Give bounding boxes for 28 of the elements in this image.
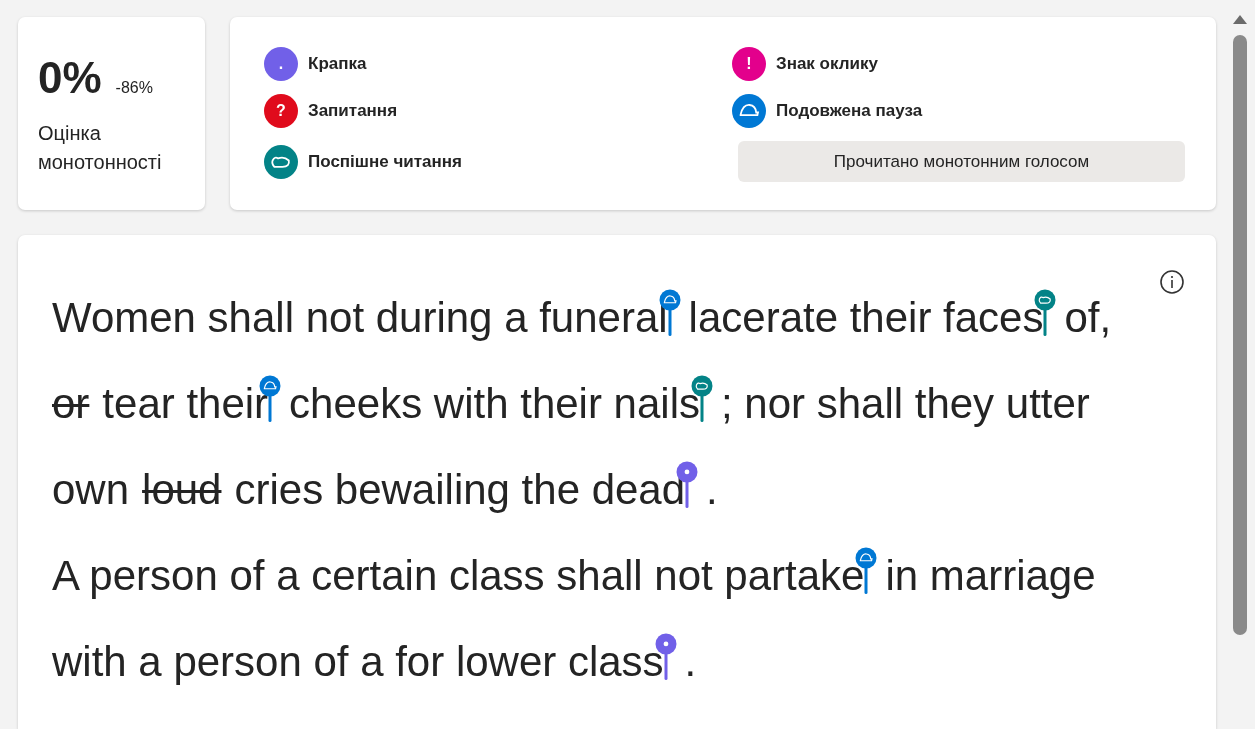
passage-text: in marriage bbox=[885, 551, 1096, 601]
score-change: -86% bbox=[115, 79, 153, 97]
info-icon[interactable] bbox=[1159, 269, 1185, 295]
score-value: 0% bbox=[38, 53, 102, 103]
passage-text: A person of a certain class shall not partake bbox=[52, 551, 865, 601]
passage-text: Women shall not during a funeral bbox=[52, 293, 668, 343]
struck-word: or bbox=[52, 379, 90, 429]
question-icon: ? bbox=[264, 94, 298, 128]
passage-text: tear their bbox=[102, 379, 269, 429]
passage-text: lacerate their faces bbox=[688, 293, 1044, 343]
score-label: Оцінка монотонності bbox=[38, 121, 163, 175]
passage-text: . bbox=[706, 465, 718, 515]
legend-label: Поспішне читання bbox=[308, 151, 462, 172]
struck-word: loud bbox=[142, 465, 222, 515]
passage-text: of, bbox=[1064, 293, 1112, 343]
legend-label: Крапка bbox=[308, 54, 367, 74]
exclamation-icon: ! bbox=[732, 47, 766, 81]
passage-text: ; nor shall they utter bbox=[720, 379, 1090, 429]
legend-label: Подовжена пауза bbox=[776, 101, 923, 121]
passage-text: . bbox=[684, 637, 697, 687]
passage-text: with a person of a for lower class bbox=[52, 637, 664, 687]
legend-label: Запитання bbox=[308, 101, 398, 121]
passage-text: own bbox=[52, 465, 130, 515]
period-icon: . bbox=[264, 47, 298, 81]
monotone-button[interactable]: Прочитано монотонним голосом bbox=[738, 141, 1185, 182]
legend-label: Знак оклику bbox=[776, 54, 878, 74]
passage-text: cries bewailing the dead bbox=[234, 465, 686, 515]
passage-text: cheeks with their nails bbox=[289, 379, 700, 429]
